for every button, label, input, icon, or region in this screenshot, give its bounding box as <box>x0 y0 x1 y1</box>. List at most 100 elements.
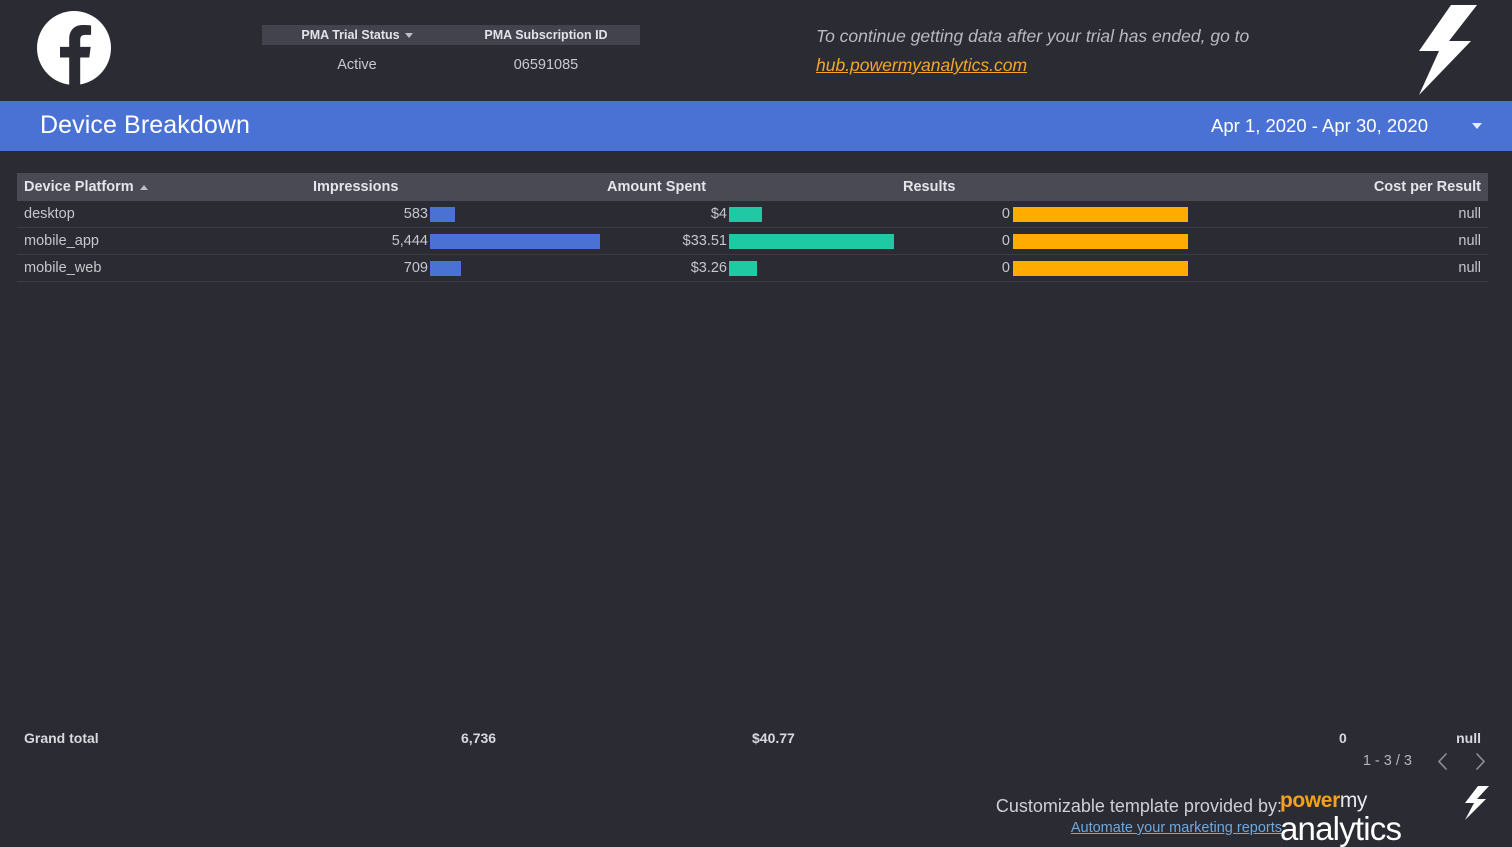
chevron-down-icon[interactable] <box>404 32 413 38</box>
table-cell: 583 <box>309 201 605 228</box>
table-header-row: Device Platform Impressions Amount Spent… <box>17 173 1488 201</box>
wordmark-analytics: analytics <box>1280 810 1402 847</box>
cell-value: mobile_app <box>24 233 99 249</box>
footer-link[interactable]: Automate your marketing reports <box>996 820 1282 836</box>
column-header-cost-per-result[interactable]: Cost per Result <box>1192 173 1488 201</box>
table-body: desktop 583 $4 0 null mobile_app 5,444 $33.51 0 n… <box>17 201 1488 282</box>
wordmark-power: power <box>1280 789 1340 812</box>
bar-fill <box>729 206 762 222</box>
column-header-results[interactable]: Results <box>897 173 1192 201</box>
report-title-bar: Device Breakdown Apr 1, 2020 - Apr 30, 2… <box>0 101 1512 151</box>
table-row[interactable]: mobile_web 709 $3.26 0 null <box>17 255 1488 282</box>
grand-total-results: 0 <box>1339 730 1347 746</box>
bar-fill <box>430 206 455 222</box>
table-cell-cost-per-result: null <box>1192 228 1488 255</box>
date-range-selector[interactable]: Apr 1, 2020 - Apr 30, 2020 <box>1211 101 1494 151</box>
bar-fill <box>1013 233 1188 249</box>
cell-value: 5,444 <box>391 233 428 249</box>
bar-fill <box>729 260 757 276</box>
table-cell: 0 <box>897 201 1192 228</box>
bar-track <box>729 206 894 222</box>
table-cell-cost-per-result: null <box>1192 255 1488 282</box>
grand-total-label: Grand total <box>24 730 99 746</box>
cell-value: 0 <box>1001 260 1010 276</box>
grand-total-cost-per-result: null <box>1456 730 1481 746</box>
scorecard-label-subscription-id: PMA Subscription ID <box>452 25 640 45</box>
table-cell: 5,444 <box>309 228 605 255</box>
next-page-icon[interactable] <box>1472 750 1488 772</box>
cell-value: $3.26 <box>690 260 727 276</box>
column-header-label: Impressions <box>313 179 399 195</box>
grand-total-amount-spent: $40.77 <box>752 730 795 746</box>
device-breakdown-table: Device Platform Impressions Amount Spent… <box>17 173 1488 282</box>
table-cell-device-platform: desktop <box>17 201 309 228</box>
grand-total-row: Grand total 6,736 $40.77 0 null <box>17 726 1488 750</box>
page-counter: 1 - 3 / 3 <box>1362 753 1412 769</box>
lightning-bolt-icon <box>1460 786 1490 820</box>
bar-track <box>1013 260 1188 276</box>
bar-fill <box>1013 206 1188 222</box>
cell-value: 0 <box>1001 206 1010 222</box>
cell-value: desktop <box>24 206 75 222</box>
table-cell: $3.26 <box>605 255 897 282</box>
table-row[interactable]: desktop 583 $4 0 null <box>17 201 1488 228</box>
table-cell: $33.51 <box>605 228 897 255</box>
date-range-label: Apr 1, 2020 - Apr 30, 2020 <box>1210 115 1428 136</box>
pma-scorecard-group: PMA Trial Status PMA Subscription ID Act… <box>262 25 640 73</box>
bar-track <box>1013 233 1188 249</box>
cell-value: $33.51 <box>682 233 727 249</box>
bar-track <box>729 260 894 276</box>
bar-fill <box>729 233 894 249</box>
column-header-amount-spent[interactable]: Amount Spent <box>605 173 897 201</box>
cell-value: 0 <box>1001 233 1010 249</box>
column-header-device-platform[interactable]: Device Platform <box>17 173 309 201</box>
table-cell: $4 <box>605 201 897 228</box>
scorecard-label-text: PMA Subscription ID <box>484 28 608 42</box>
bar-fill <box>430 260 461 276</box>
bar-fill <box>430 233 600 249</box>
powermyanalytics-logo: powermy analytics <box>1280 786 1490 847</box>
cell-value: 583 <box>403 206 428 222</box>
wordmark-line-one: powermy <box>1280 790 1490 811</box>
table-cell-device-platform: mobile_web <box>17 255 309 282</box>
bar-track <box>430 206 600 222</box>
trial-notice-link[interactable]: hub.powermyanalytics.com <box>816 55 1027 75</box>
facebook-logo <box>36 10 112 86</box>
cell-value: mobile_web <box>24 260 102 276</box>
report-footer: Customizable template provided by: Autom… <box>960 786 1500 847</box>
previous-page-icon[interactable] <box>1434 750 1450 772</box>
scorecard-header-row: PMA Trial Status PMA Subscription ID <box>262 25 640 45</box>
bar-track <box>1013 206 1188 222</box>
table-cell: 709 <box>309 255 605 282</box>
table-row[interactable]: mobile_app 5,444 $33.51 0 null <box>17 228 1488 255</box>
table-cell: 0 <box>897 228 1192 255</box>
bar-track <box>729 233 894 249</box>
column-header-impressions[interactable]: Impressions <box>309 173 605 201</box>
cell-value: null <box>1458 206 1481 222</box>
scorecard-label-text: PMA Trial Status <box>301 28 400 42</box>
cell-value: null <box>1458 260 1481 276</box>
sort-ascending-icon[interactable] <box>139 184 148 190</box>
column-header-label: Amount Spent <box>607 179 707 195</box>
column-header-label: Cost per Result <box>1373 179 1481 195</box>
scorecard-value-row: Active 06591085 <box>262 57 640 73</box>
scorecard-value-subscription-id: 06591085 <box>513 57 579 73</box>
bar-track <box>430 260 600 276</box>
trial-notice: To continue getting data after your tria… <box>816 22 1376 80</box>
chevron-down-icon[interactable] <box>1472 123 1482 129</box>
trial-notice-text: To continue getting data after your tria… <box>816 26 1250 46</box>
scorecard-value-trial-status: Active <box>337 57 377 73</box>
pagination-controls: 1 - 3 / 3 <box>1363 750 1488 772</box>
footer-caption: Customizable template provided by: <box>995 796 1282 816</box>
wordmark-my: my <box>1339 789 1368 812</box>
bar-track <box>430 233 600 249</box>
table-cell-device-platform: mobile_app <box>17 228 309 255</box>
table-cell-cost-per-result: null <box>1192 201 1488 228</box>
grand-total-impressions: 6,736 <box>461 730 497 746</box>
cell-value: 709 <box>403 260 428 276</box>
scorecard-label-trial-status[interactable]: PMA Trial Status <box>262 25 452 45</box>
cell-value: null <box>1458 233 1481 249</box>
column-header-label: Results <box>903 179 956 195</box>
cell-value: $4 <box>710 206 727 222</box>
column-header-label: Device Platform <box>24 179 134 195</box>
